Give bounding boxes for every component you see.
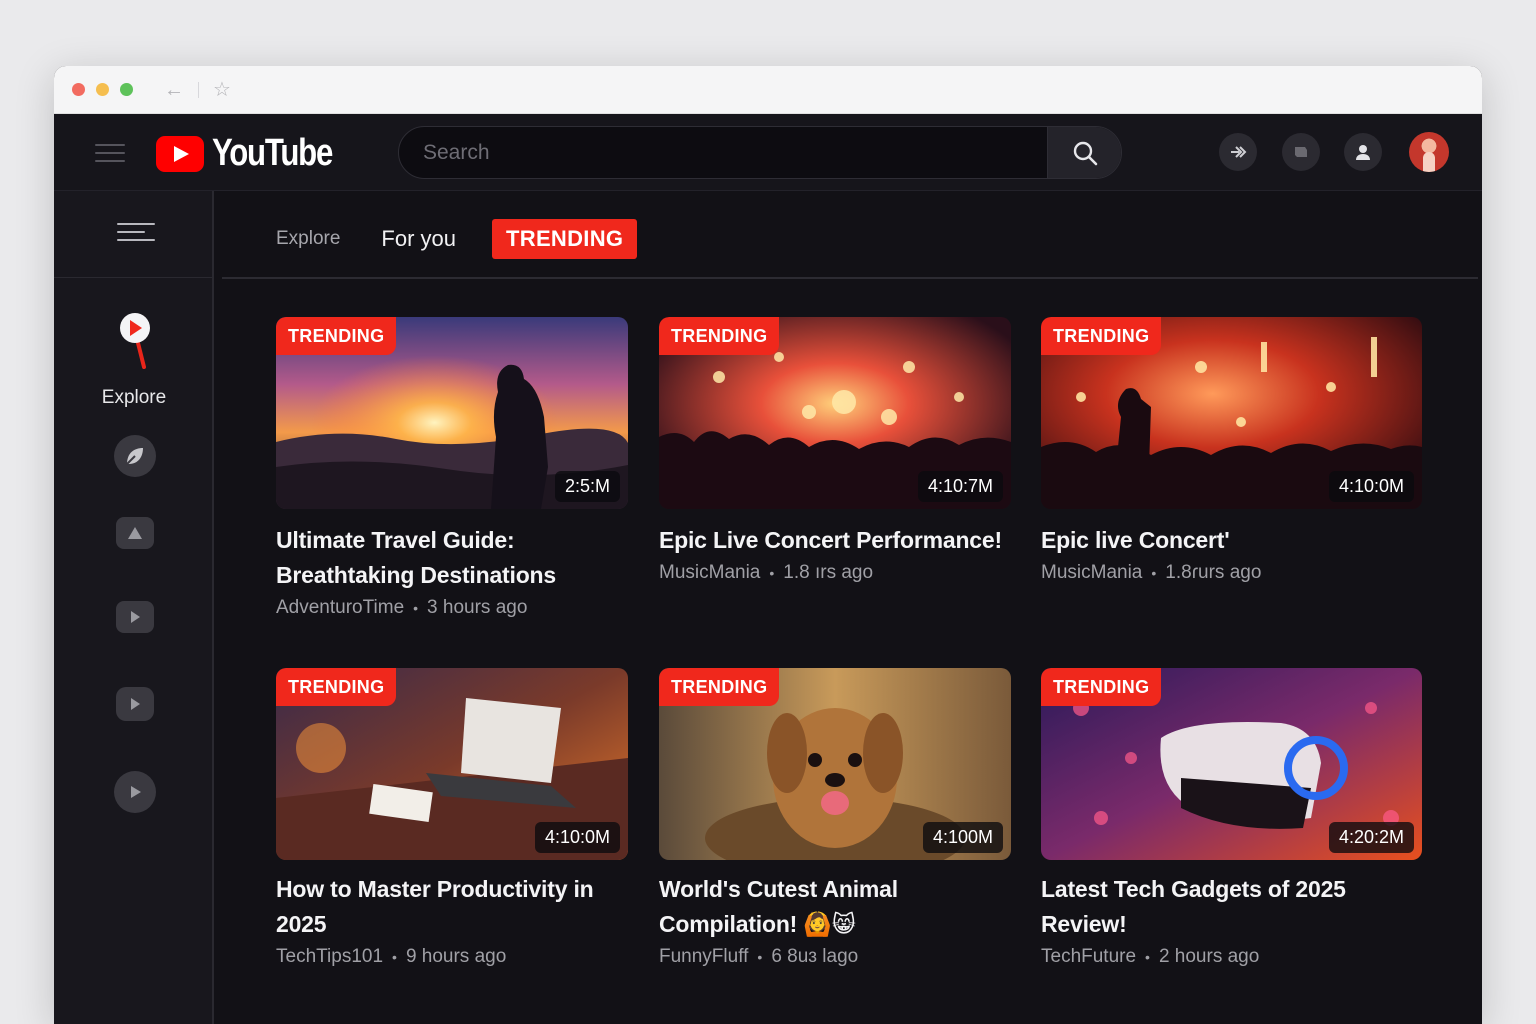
video-title[interactable]: Ultimate Travel Guide: Breathtaking Dest…	[276, 523, 628, 593]
sidebar-menu-icon[interactable]	[117, 223, 155, 243]
trending-badge: TRENDING	[276, 317, 397, 355]
tab-for-you[interactable]: For you	[381, 226, 456, 252]
meta-separator: •	[392, 949, 397, 965]
sidebar-divider	[54, 277, 212, 278]
forward-button[interactable]	[1219, 133, 1257, 171]
video-age: 2 hours ago	[1158, 946, 1260, 967]
browser-window: ← ☆ YouTube Search Explore Explore For y…	[54, 66, 1482, 1024]
play-icon	[131, 698, 140, 710]
video-meta: TechFuture • 2 hours ago	[1041, 946, 1422, 968]
browser-chrome: ← ☆	[54, 66, 1482, 114]
sidebar: Explore	[54, 191, 214, 1024]
star-icon[interactable]: ☆	[213, 80, 231, 100]
tabs-divider	[222, 277, 1478, 279]
video-duration: 4:10:7M	[917, 471, 1003, 502]
video-duration: 4:20:2M	[1328, 822, 1414, 853]
video-duration: 4:100M	[922, 822, 1003, 853]
top-bar: YouTube	[54, 114, 1482, 191]
video-title[interactable]: Epic Live Concert Performance!	[659, 523, 1011, 558]
minimize-window-button[interactable]	[96, 83, 109, 96]
meta-separator: •	[769, 565, 775, 581]
trending-badge: TRENDING	[276, 668, 397, 706]
video-title[interactable]: How to Master Productivity in 2025	[276, 872, 596, 942]
youtube-play-logo-icon	[156, 135, 204, 172]
play-circle-icon	[131, 786, 141, 798]
chat-icon	[1295, 147, 1307, 157]
trending-badge: TRENDING	[659, 668, 780, 706]
sidebar-item-videos[interactable]	[116, 601, 154, 633]
chat-button[interactable]	[1282, 133, 1320, 171]
trending-badge: TRENDING	[1041, 668, 1162, 706]
sidebar-item-leaf[interactable]	[114, 435, 156, 477]
tab-bar: Explore For you TRENDING	[276, 219, 638, 259]
chrome-divider	[198, 81, 199, 98]
sidebar-explore-label: Explore	[101, 387, 167, 408]
chevron-forward-icon	[1231, 146, 1247, 158]
channel-name[interactable]: TechFuture	[1041, 946, 1136, 968]
video-age: 1.8ɾurs ago	[1165, 562, 1262, 583]
video-duration: 4:10:0M	[1328, 471, 1414, 502]
channel-name[interactable]: AdventuroTime	[276, 597, 404, 619]
channel-name[interactable]: MusicMania	[1041, 562, 1142, 584]
sidebar-item-upload[interactable]	[116, 517, 154, 549]
video-card[interactable]: TRENDING 4:100M World's Cutest Animal Co…	[659, 668, 1011, 968]
meta-separator: •	[413, 600, 419, 616]
search-bar	[398, 126, 1122, 179]
search-input[interactable]	[399, 127, 1047, 178]
account-button[interactable]	[1344, 133, 1382, 171]
meta-separator: •	[1151, 565, 1157, 581]
explore-pin-icon[interactable]	[118, 313, 152, 371]
maximize-window-button[interactable]	[120, 83, 133, 96]
channel-name[interactable]: TechTips101	[276, 946, 383, 968]
meta-separator: •	[757, 949, 763, 965]
account-icon	[1356, 145, 1370, 160]
video-meta: AdventuroTime • 3 hours ago	[276, 597, 628, 619]
video-meta: TechTips101 • 9 hours ago	[276, 946, 628, 968]
tab-trending[interactable]: TRENDING	[492, 219, 638, 259]
video-thumbnail[interactable]: TRENDING 4:10:7M	[659, 317, 1011, 509]
video-card[interactable]: TRENDING 4:10:0M How to Master Productiv…	[276, 668, 628, 968]
youtube-logo[interactable]: YouTube	[156, 132, 358, 175]
video-thumbnail[interactable]: TRENDING 4:20:2M	[1041, 668, 1422, 860]
back-arrow-icon[interactable]: ←	[164, 80, 184, 100]
video-card[interactable]: TRENDING 4:10:0M Epic live Concert' Musi…	[1041, 317, 1422, 584]
video-age: 1.8 ırs ago	[783, 562, 874, 583]
video-title[interactable]: Latest Tech Gadgets of 2025 Review!	[1041, 872, 1371, 942]
video-title[interactable]: Epic live Concert'	[1041, 523, 1422, 558]
video-title[interactable]: World's Cutest Animal Compilation! 🙆😸	[659, 872, 939, 942]
video-thumbnail[interactable]: TRENDING 4:100M	[659, 668, 1011, 860]
channel-name[interactable]: MusicMania	[659, 562, 760, 584]
video-meta: FunnyFluff • 6 8uɜ lago	[659, 946, 1011, 968]
video-card[interactable]: TRENDING 2:5:M Ultimate Travel Guide: Br…	[276, 317, 628, 619]
avatar[interactable]	[1409, 132, 1449, 172]
trending-badge: TRENDING	[659, 317, 780, 355]
sidebar-item-watch[interactable]	[114, 771, 156, 813]
trending-badge: TRENDING	[1041, 317, 1162, 355]
search-button[interactable]	[1047, 127, 1121, 178]
menu-icon[interactable]	[95, 144, 125, 162]
video-thumbnail[interactable]: TRENDING 4:10:0M	[276, 668, 628, 860]
video-thumbnail[interactable]: TRENDING 2:5:M	[276, 317, 628, 509]
video-card[interactable]: TRENDING 4:10:7M Epic Live Concert Perfo…	[659, 317, 1011, 584]
video-age: 6 8uɜ lago	[771, 946, 859, 967]
play-icon	[131, 611, 140, 623]
video-age: 3 hours ago	[427, 597, 528, 618]
video-card[interactable]: TRENDING 4:20:2M Latest Tech Gadgets of …	[1041, 668, 1422, 968]
video-age: 9 hours ago	[405, 946, 507, 967]
logo-text: YouTube	[212, 132, 333, 174]
video-meta: MusicMania • 1.8 ırs ago	[659, 562, 1011, 584]
video-duration: 2:5:M	[554, 471, 620, 502]
video-thumbnail[interactable]: TRENDING 4:10:0M	[1041, 317, 1422, 509]
close-window-button[interactable]	[72, 83, 85, 96]
sidebar-item-playlist[interactable]	[116, 687, 154, 721]
tab-explore[interactable]: Explore	[276, 228, 340, 250]
search-icon	[1073, 141, 1097, 165]
video-duration: 4:10:0M	[534, 822, 620, 853]
channel-name[interactable]: FunnyFluff	[659, 946, 748, 968]
video-meta: MusicMania • 1.8ɾurs ago	[1041, 562, 1422, 584]
meta-separator: •	[1145, 949, 1150, 965]
upload-icon	[128, 527, 142, 539]
leaf-icon	[126, 448, 143, 465]
